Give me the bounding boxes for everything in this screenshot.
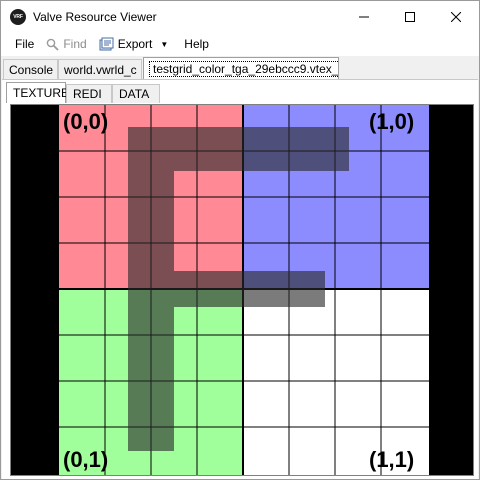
tab-label: DATA <box>119 87 150 101</box>
menu-help[interactable]: Help <box>178 32 215 56</box>
minimize-button[interactable] <box>341 1 387 32</box>
window-title: Valve Resource Viewer <box>33 9 157 24</box>
menu-bar: File Find Export ▼ Help <box>1 32 479 56</box>
tab-console[interactable]: Console <box>3 59 58 79</box>
tab-label: world.vwrld_c <box>64 62 137 77</box>
resource-panel: TEXTURE REDI DATA (0,0) (1,0) (0,1) (1,1… <box>2 79 478 479</box>
maximize-button[interactable] <box>387 1 433 32</box>
label-bottom-left: (0,1) <box>63 447 108 472</box>
tab-redi[interactable]: REDI <box>66 84 112 103</box>
maximize-icon <box>405 11 415 22</box>
menu-export[interactable]: Export ▼ <box>93 32 175 56</box>
tab-data[interactable]: DATA <box>112 84 160 103</box>
menu-export-label: Export <box>117 37 153 51</box>
search-icon <box>46 38 59 51</box>
label-top-left: (0,0) <box>63 109 108 134</box>
tab-label: testgrid_color_tga_29ebccc9.vtex_c <box>149 60 338 77</box>
document-tab-strip: Console world.vwrld_c testgrid_color_tga… <box>1 57 479 79</box>
export-icon <box>99 37 114 52</box>
tab-texture[interactable]: TEXTURE <box>6 82 70 103</box>
close-button[interactable] <box>433 1 479 32</box>
tab-label: TEXTURE <box>13 86 70 100</box>
tab-testgrid-vtex[interactable]: testgrid_color_tga_29ebccc9.vtex_c <box>143 57 339 79</box>
label-bottom-right: (1,1) <box>369 447 414 472</box>
tab-world-vwrld[interactable]: world.vwrld_c <box>58 59 142 79</box>
title-bar[interactable]: VRF Valve Resource Viewer <box>1 1 479 32</box>
menu-find[interactable]: Find <box>40 32 92 56</box>
menu-file-label: File <box>15 37 35 51</box>
menu-find-label: Find <box>63 37 87 51</box>
tab-label: REDI <box>73 87 102 101</box>
label-top-right: (1,0) <box>369 109 414 134</box>
texture-image: (0,0) (1,0) (0,1) (1,1) <box>59 105 429 475</box>
menu-file[interactable]: File <box>9 32 40 56</box>
close-icon <box>451 11 461 22</box>
minimize-icon <box>359 16 369 17</box>
tab-label: Console <box>9 62 54 77</box>
menu-help-label: Help <box>184 37 209 51</box>
app-logo-icon: VRF <box>10 8 26 25</box>
texture-viewport[interactable]: (0,0) (1,0) (0,1) (1,1) <box>10 104 474 476</box>
chevron-down-icon: ▼ <box>160 39 169 49</box>
app-window: VRF Valve Resource Viewer File Find Expo… <box>0 0 480 480</box>
